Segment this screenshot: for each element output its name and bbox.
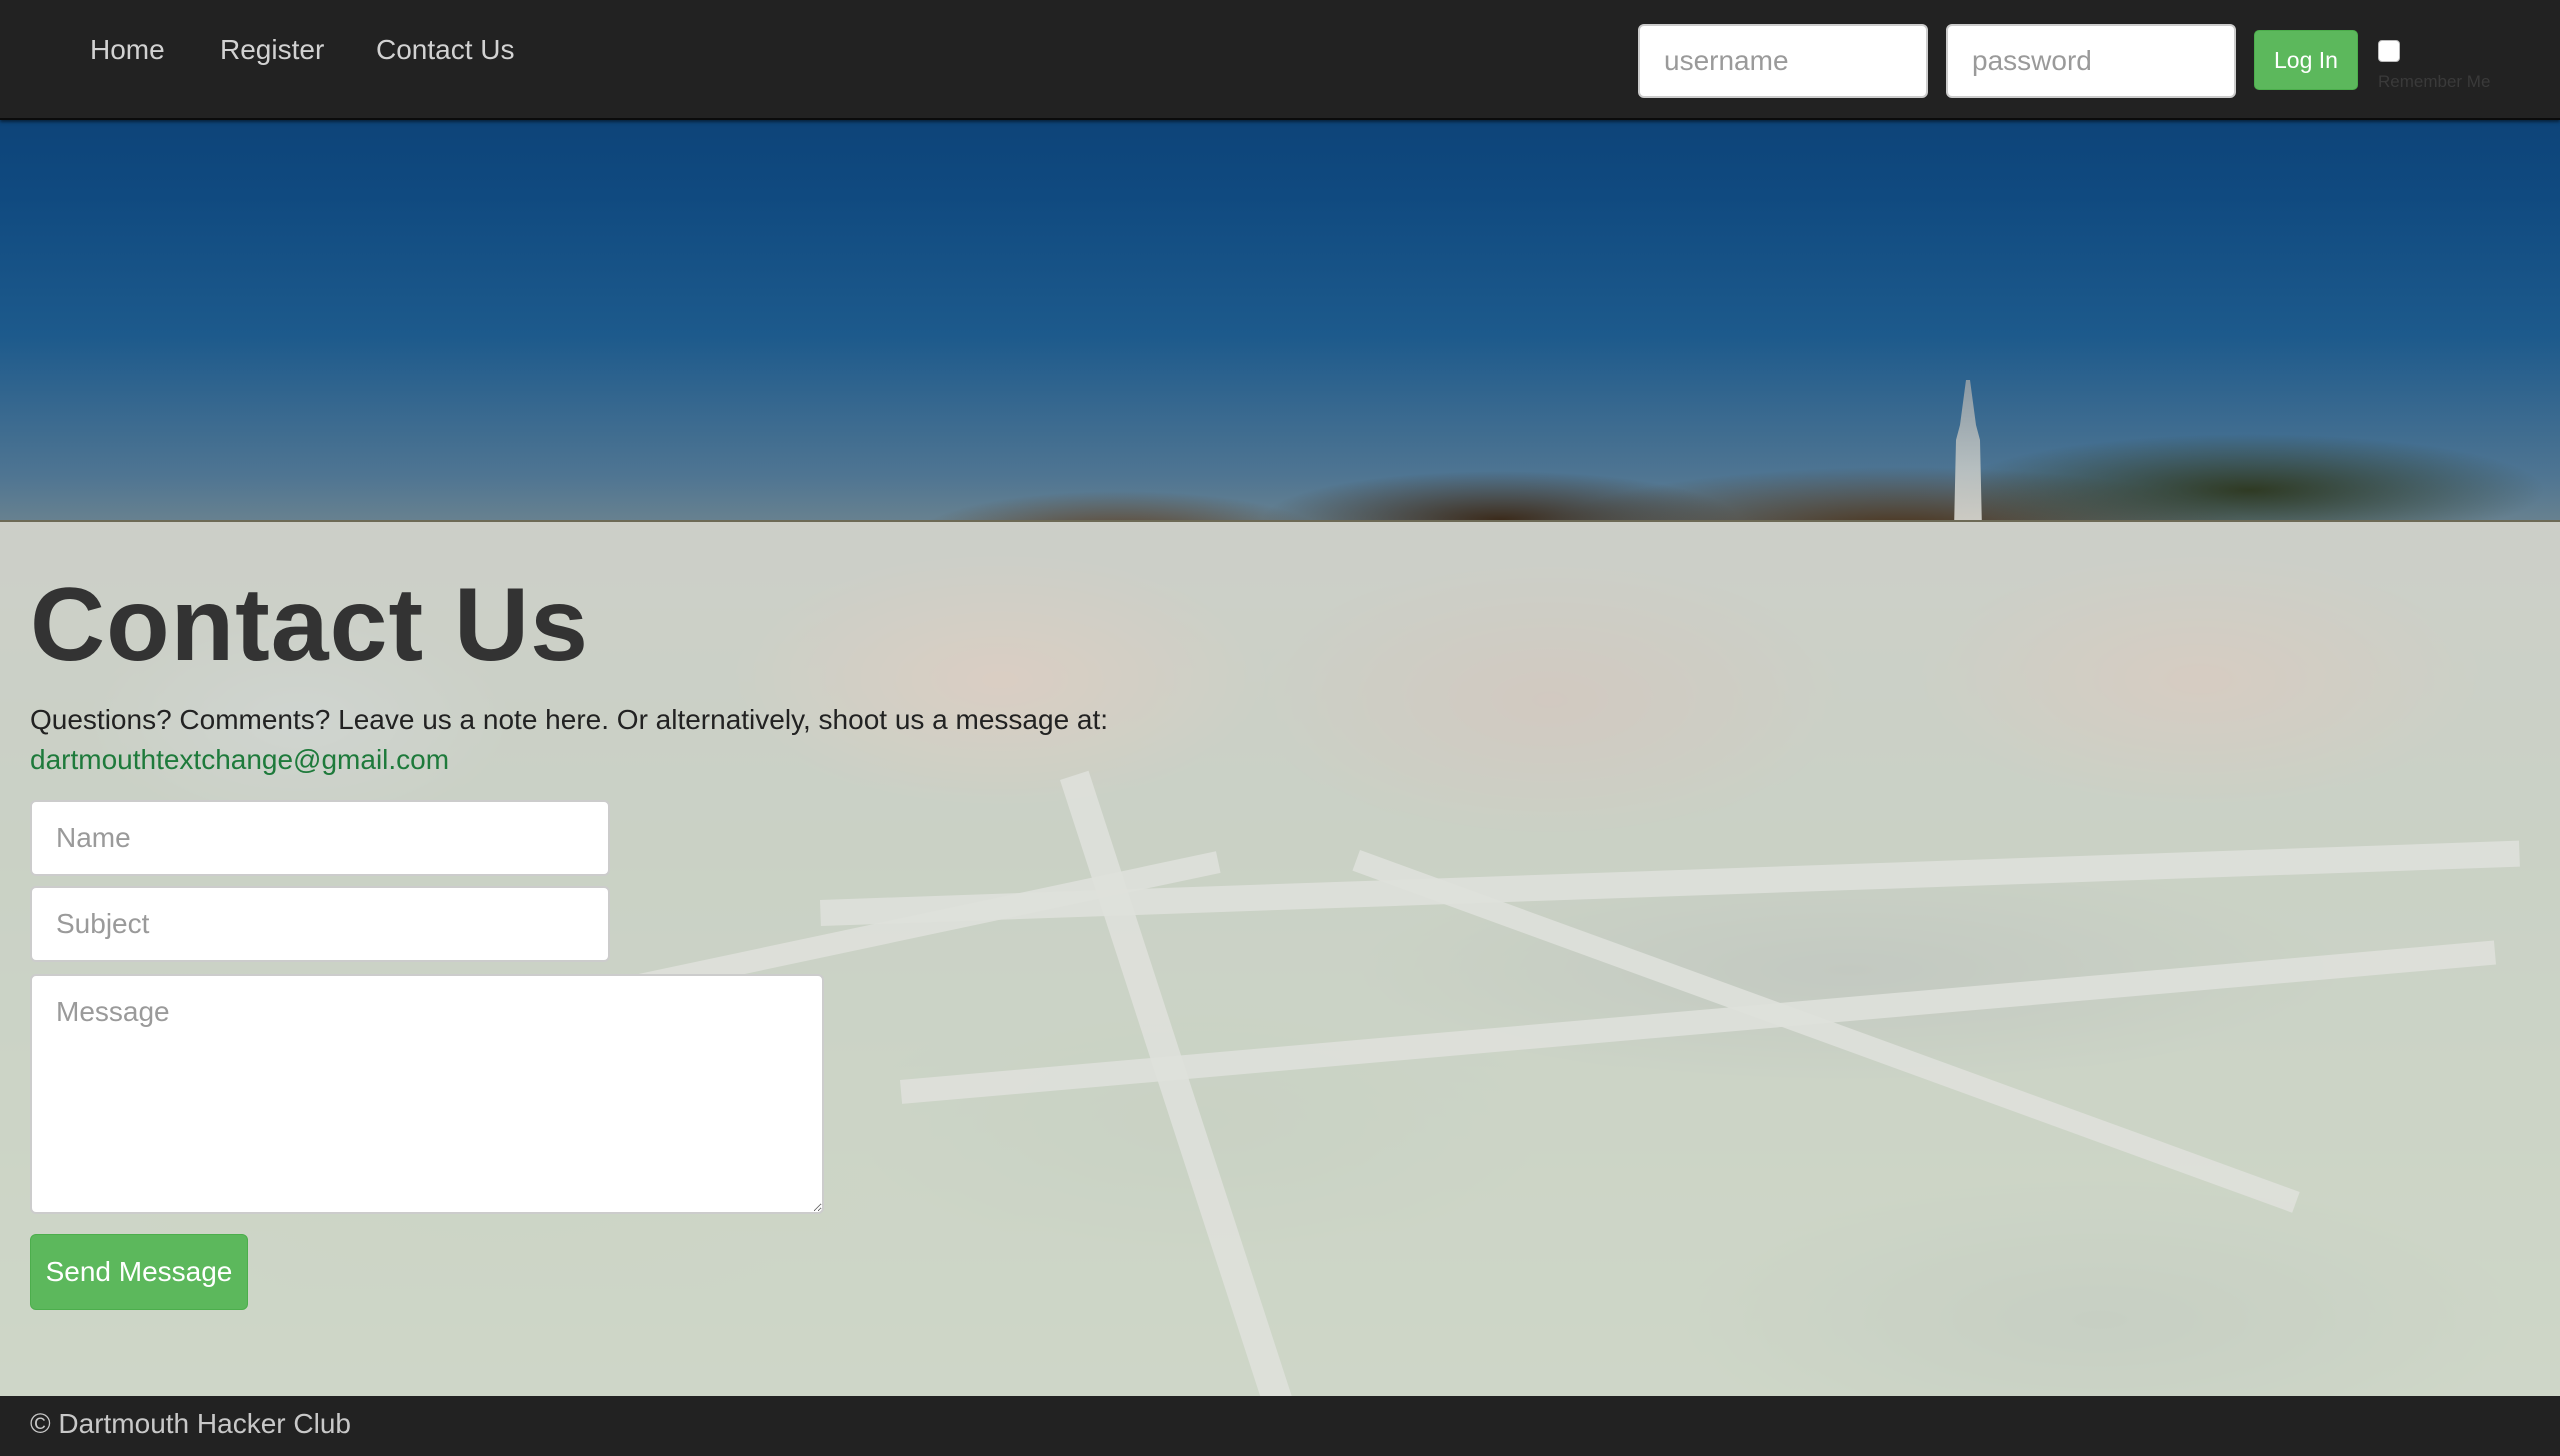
footer-copyright: © Dartmouth Hacker Club <box>30 1408 351 1439</box>
contact-section: Contact Us Questions? Comments? Leave us… <box>30 560 1130 1310</box>
page-title: Contact Us <box>30 567 589 683</box>
nav-link-home[interactable]: Home <box>90 30 165 70</box>
password-input[interactable] <box>1946 24 2236 98</box>
name-field[interactable] <box>30 800 610 876</box>
subject-field[interactable] <box>30 886 610 962</box>
contact-form: Send Message <box>30 800 1130 1310</box>
log-in-button[interactable]: Log In <box>2254 30 2358 90</box>
message-field[interactable] <box>30 974 824 1214</box>
top-navbar: Home Register Contact Us Log In Remember… <box>0 0 2560 120</box>
remember-me-label: Remember Me <box>2378 72 2491 91</box>
remember-me-checkbox[interactable] <box>2378 40 2400 62</box>
send-message-button[interactable]: Send Message <box>30 1234 248 1310</box>
username-input[interactable] <box>1638 24 1928 98</box>
nav-link-register[interactable]: Register <box>220 30 324 70</box>
contact-email-link[interactable]: dartmouthtextchange@gmail.com <box>30 740 1130 780</box>
footer: © Dartmouth Hacker Club <box>0 1396 2560 1456</box>
intro-text: Questions? Comments? Leave us a note her… <box>30 704 1109 735</box>
nav-link-contact-us[interactable]: Contact Us <box>376 30 515 70</box>
